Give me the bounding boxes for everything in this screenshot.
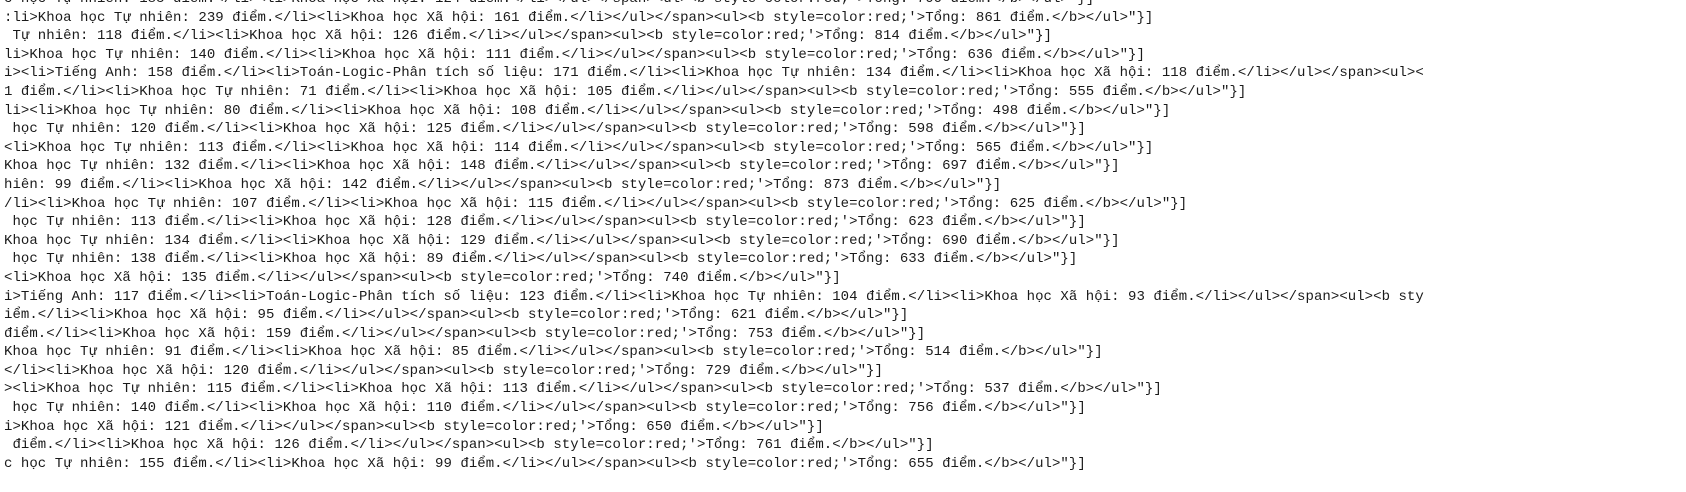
code-lines: c học Tự nhiên: 185 điểm.</li><li>Khoa h… bbox=[4, 0, 1424, 473]
code-line[interactable]: học Tự nhiên: 140 điểm.</li><li>Khoa học… bbox=[4, 399, 1424, 418]
code-line[interactable]: <li>Khoa học Xã hội: 135 điểm.</li></ul>… bbox=[4, 269, 1424, 288]
code-line[interactable]: điểm.</li><li>Khoa học Xã hội: 126 điểm.… bbox=[4, 436, 1424, 455]
code-line[interactable]: iểm.</li><li>Khoa học Xã hội: 95 điểm.</… bbox=[4, 306, 1424, 325]
code-line[interactable]: 1 điểm.</li><li>Khoa học Tự nhiên: 71 đi… bbox=[4, 83, 1424, 102]
code-line[interactable]: li><li>Khoa học Tự nhiên: 80 điểm.</li><… bbox=[4, 102, 1424, 121]
code-line[interactable]: c học Tự nhiên: 155 điểm.</li><li>Khoa h… bbox=[4, 455, 1424, 474]
code-line[interactable]: </li><li>Khoa học Xã hội: 120 điểm.</li>… bbox=[4, 362, 1424, 381]
code-line[interactable]: học Tự nhiên: 120 điểm.</li><li>Khoa học… bbox=[4, 120, 1424, 139]
code-line[interactable]: Khoa học Tự nhiên: 91 điểm.</li><li>Khoa… bbox=[4, 343, 1424, 362]
code-line[interactable]: điểm.</li><li>Khoa học Xã hội: 159 điểm.… bbox=[4, 325, 1424, 344]
code-line[interactable]: Tự nhiên: 118 điểm.</li><li>Khoa học Xã … bbox=[4, 27, 1424, 46]
code-line[interactable]: Khoa học Tự nhiên: 134 điểm.</li><li>Kho… bbox=[4, 232, 1424, 251]
code-editor-viewport[interactable]: c học Tự nhiên: 185 điểm.</li><li>Khoa h… bbox=[0, 0, 1686, 492]
code-line[interactable]: li>Khoa học Tự nhiên: 140 điểm.</li><li>… bbox=[4, 46, 1424, 65]
code-line[interactable]: :li>Khoa học Tự nhiên: 239 điểm.</li><li… bbox=[4, 9, 1424, 28]
code-line[interactable]: học Tự nhiên: 113 điểm.</li><li>Khoa học… bbox=[4, 213, 1424, 232]
code-line[interactable]: hiên: 99 điểm.</li><li>Khoa học Xã hội: … bbox=[4, 176, 1424, 195]
code-line[interactable]: Khoa học Tự nhiên: 132 điểm.</li><li>Kho… bbox=[4, 157, 1424, 176]
code-line[interactable]: <li>Khoa học Tự nhiên: 113 điểm.</li><li… bbox=[4, 139, 1424, 158]
code-line[interactable]: i>Khoa học Xã hội: 121 điểm.</li></ul></… bbox=[4, 418, 1424, 437]
code-line[interactable]: học Tự nhiên: 138 điểm.</li><li>Khoa học… bbox=[4, 250, 1424, 269]
code-line[interactable]: c học Tự nhiên: 185 điểm.</li><li>Khoa h… bbox=[4, 0, 1424, 9]
code-line[interactable]: ><li>Khoa học Tự nhiên: 115 điểm.</li><l… bbox=[4, 380, 1424, 399]
code-line[interactable]: i>Tiếng Anh: 117 điểm.</li><li>Toán-Logi… bbox=[4, 288, 1424, 307]
code-line[interactable]: /li><li>Khoa học Tự nhiên: 107 điểm.</li… bbox=[4, 195, 1424, 214]
code-line[interactable]: i><li>Tiếng Anh: 158 điểm.</li><li>Toán-… bbox=[4, 64, 1424, 83]
